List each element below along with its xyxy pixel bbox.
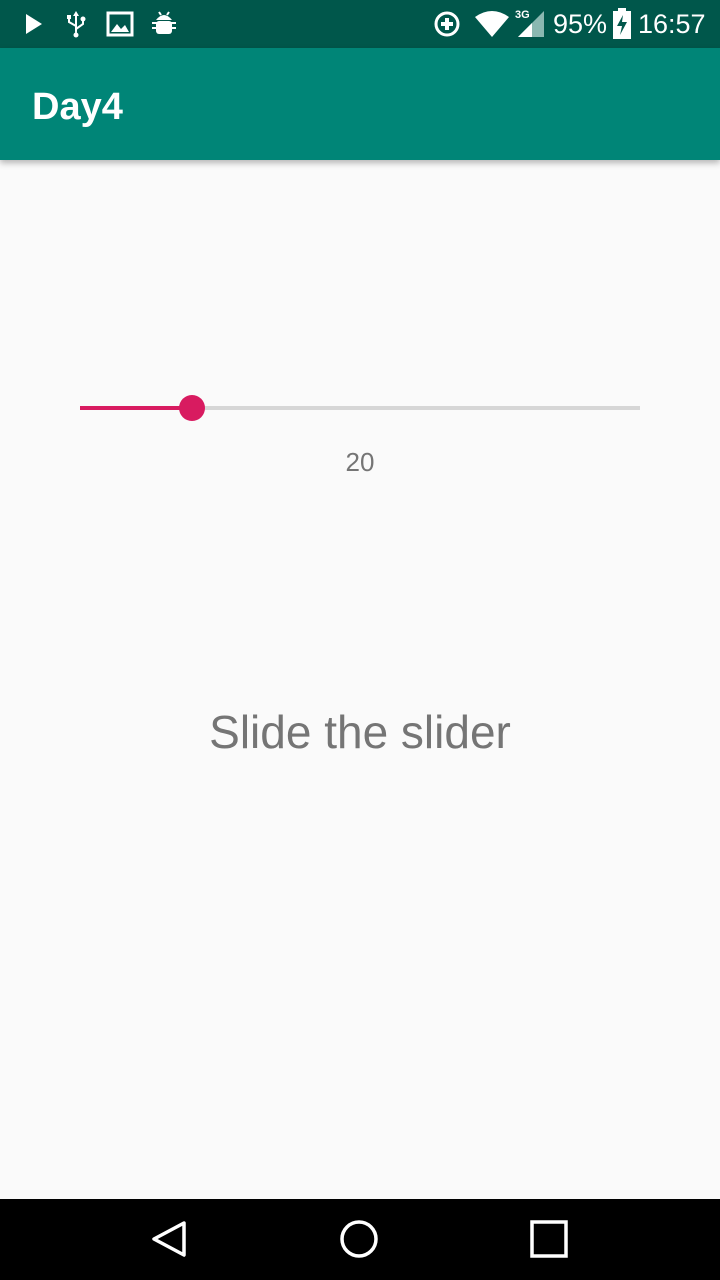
cell-signal-icon xyxy=(518,11,544,37)
recents-button[interactable] xyxy=(527,1217,571,1261)
slider-thumb[interactable] xyxy=(179,395,205,421)
usb-icon xyxy=(67,11,86,38)
back-button[interactable] xyxy=(148,1217,192,1261)
slider-value-label: 20 xyxy=(345,447,375,477)
app-bar: Day4 xyxy=(0,48,720,160)
play-icon xyxy=(26,14,42,34)
navigation-bar xyxy=(0,1199,720,1280)
slider-progress xyxy=(80,406,192,410)
home-button[interactable] xyxy=(337,1217,381,1261)
clock: 16:57 xyxy=(638,9,706,39)
slider-prompt-text: Slide the slider xyxy=(209,706,511,758)
app-title: Day4 xyxy=(32,86,123,128)
status-bar: 3G 95% 16:57 xyxy=(0,0,720,48)
battery-charging-icon xyxy=(613,8,631,39)
battery-percent: 95% xyxy=(553,9,608,39)
wifi-icon xyxy=(475,11,509,37)
data-saver-icon xyxy=(434,11,460,37)
seek-bar[interactable] xyxy=(80,380,640,436)
android-debug-icon xyxy=(152,11,176,34)
image-icon xyxy=(106,11,134,37)
